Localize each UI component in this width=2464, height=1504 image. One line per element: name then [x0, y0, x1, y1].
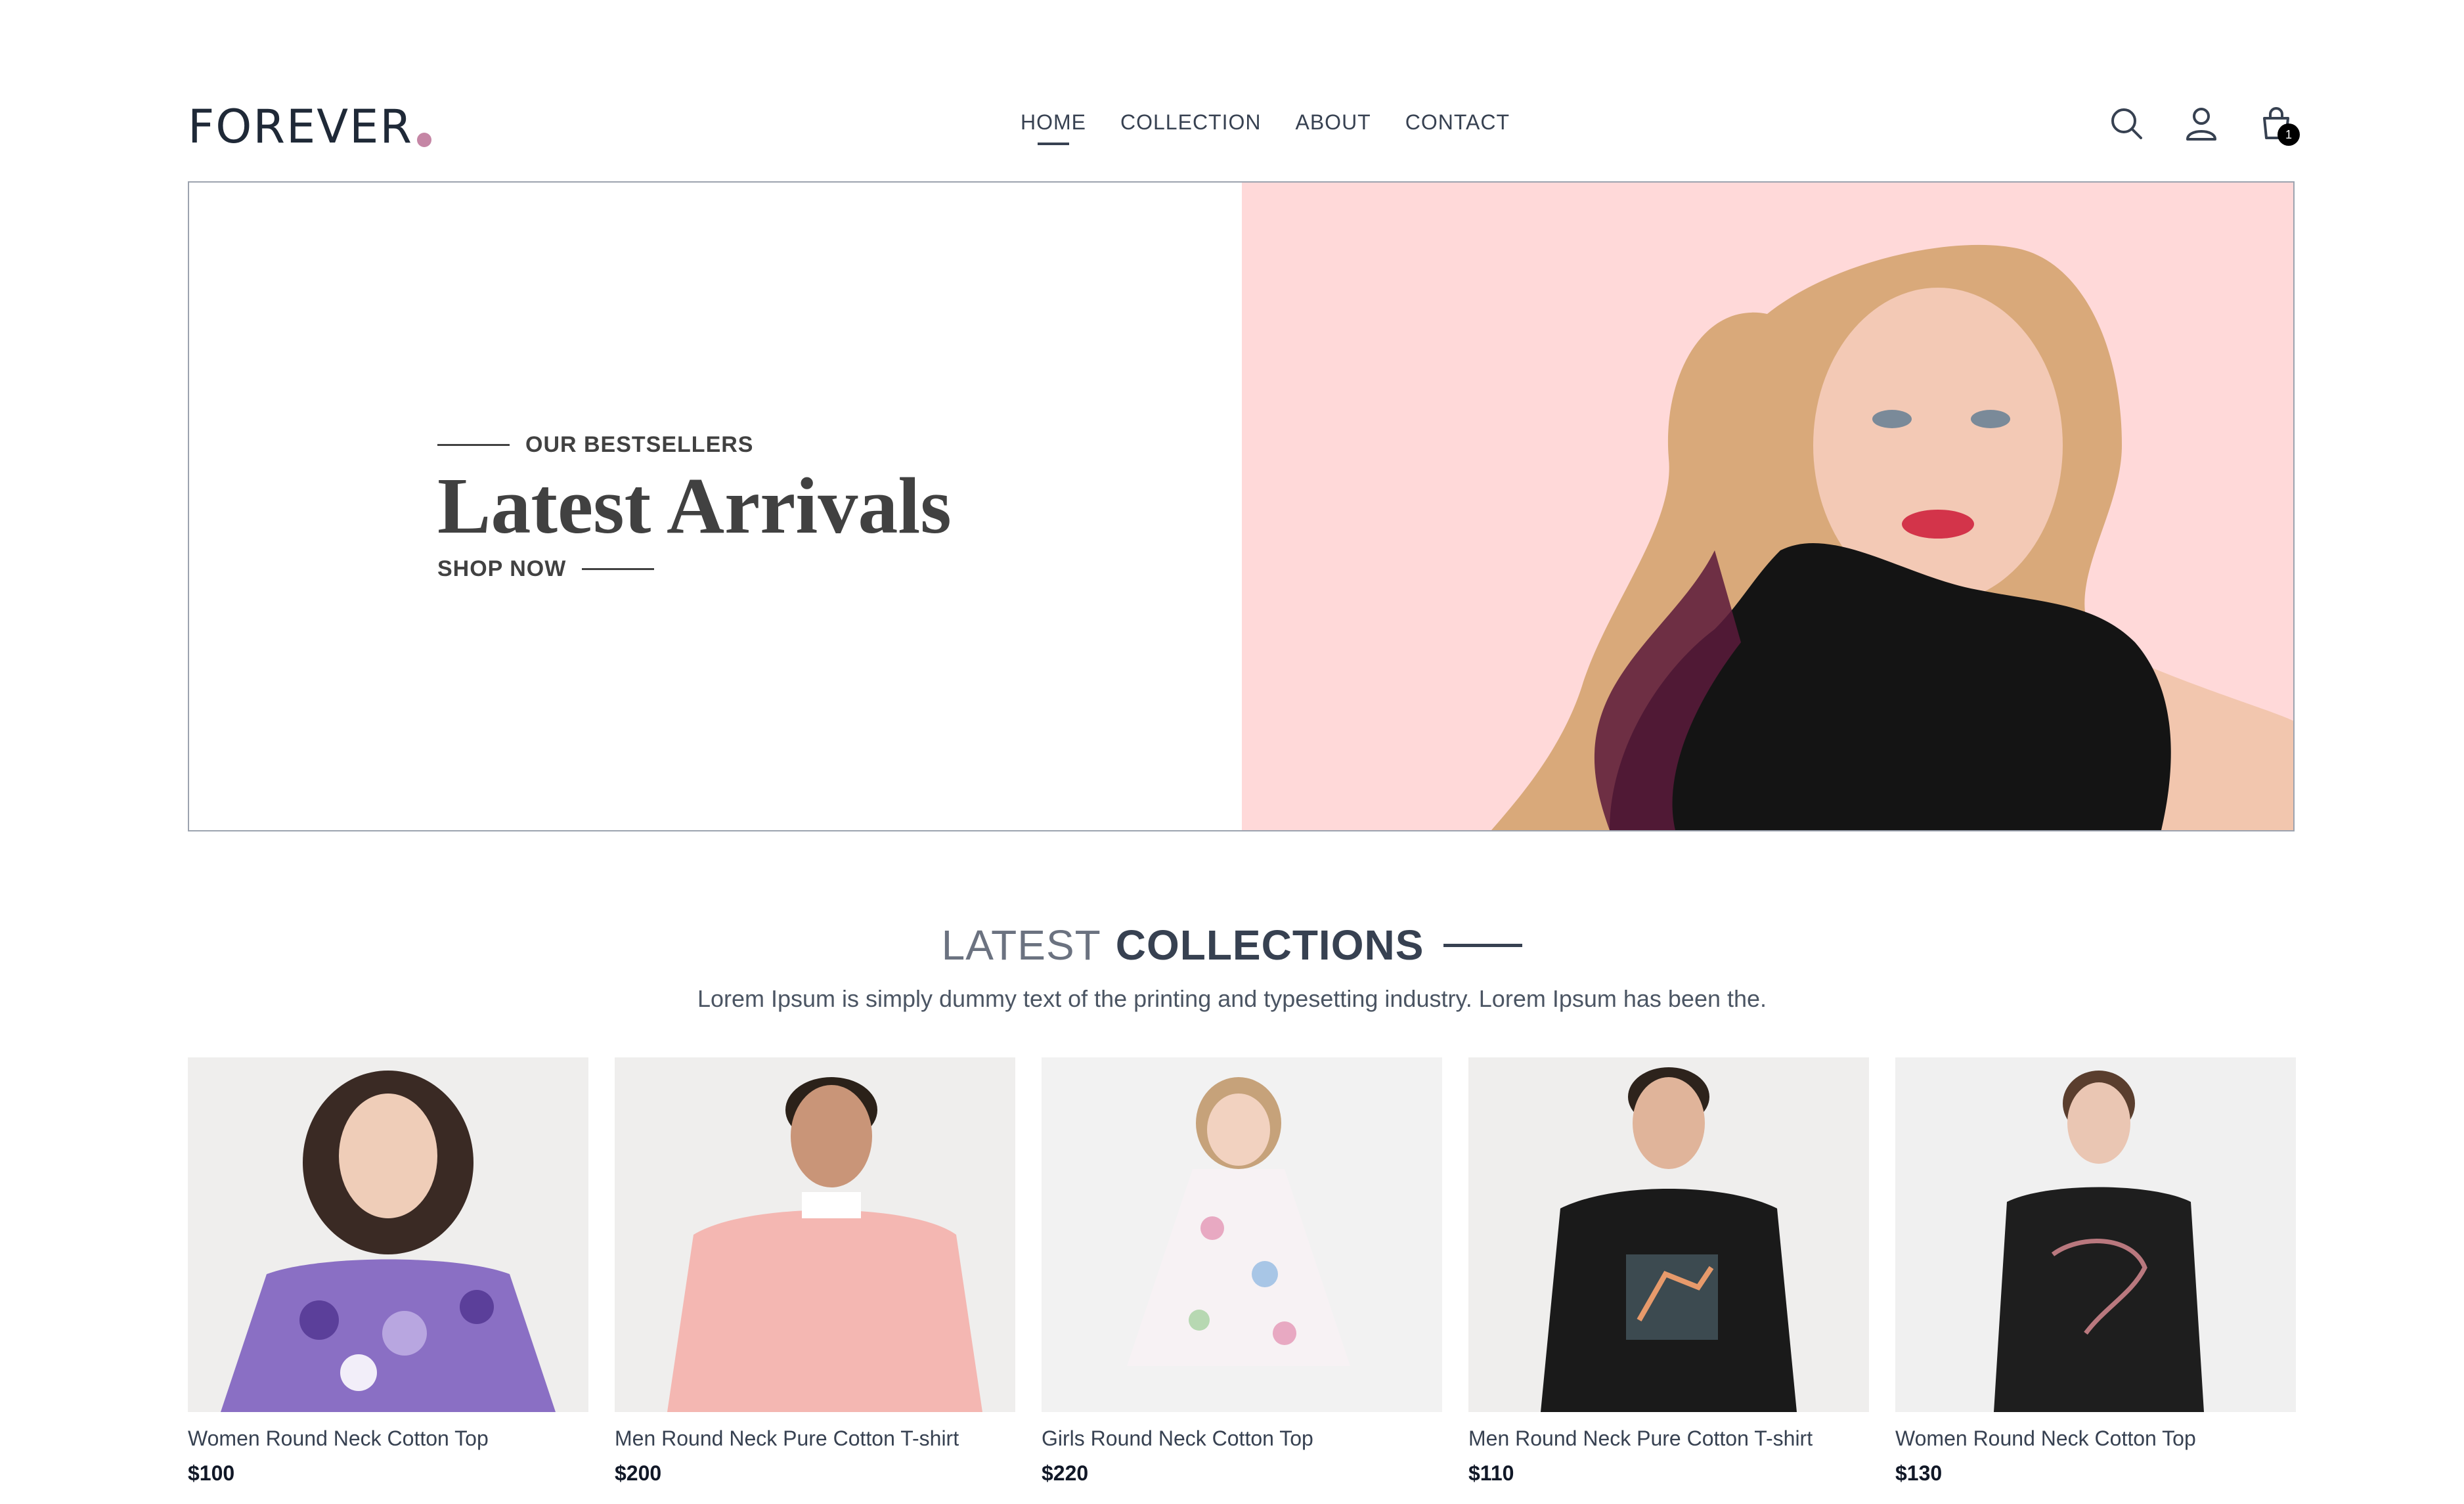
collections-title-light: LATEST [941, 921, 1101, 969]
nav-contact-label: CONTACT [1405, 110, 1510, 134]
collections-title-bold: COLLECTIONS [1115, 921, 1424, 969]
search-icon[interactable] [2108, 105, 2145, 142]
hero-eyebrow-text: OUR BESTSELLERS [525, 432, 754, 457]
nav-collection[interactable]: COLLECTION [1120, 110, 1261, 145]
main-nav: HOME COLLECTION ABOUT CONTACT [1021, 110, 1510, 145]
product-name: Men Round Neck Pure Cotton T-shirt [615, 1427, 959, 1450]
nav-contact[interactable]: CONTACT [1405, 110, 1510, 145]
product-name: Women Round Neck Cotton Top [188, 1427, 489, 1450]
hero-eyebrow: OUR BESTSELLERS [437, 432, 952, 458]
product-card[interactable]: Men Round Neck Pure Cotton T-shirt $110 [1468, 1057, 1869, 1486]
hero-image [1242, 183, 2293, 830]
product-price: $130 [1895, 1461, 1943, 1485]
product-price: $200 [615, 1461, 662, 1485]
logo-text: FOREVER [188, 100, 413, 154]
nav-icons: 1 [2108, 105, 2300, 146]
product-name: Men Round Neck Pure Cotton T-shirt [1468, 1427, 1813, 1450]
cart-count-badge: 1 [2277, 123, 2300, 146]
nav-about-label: ABOUT [1295, 110, 1371, 134]
collections-title: LATEST COLLECTIONS [0, 921, 2464, 969]
product-price: $100 [188, 1461, 235, 1485]
product-image [1042, 1057, 1442, 1412]
product-image [1895, 1057, 2296, 1412]
nav-active-indicator [1038, 143, 1069, 145]
product-price: $110 [1468, 1461, 1514, 1485]
collections-title-line [1443, 943, 1523, 947]
collections-subtitle: Lorem Ipsum is simply dummy text of the … [697, 985, 1767, 1012]
product-card[interactable]: Women Round Neck Cotton Top $130 [1895, 1057, 2296, 1486]
shop-now-button[interactable]: SHOP NOW [437, 556, 952, 582]
nav-collection-label: COLLECTION [1120, 110, 1262, 134]
product-card[interactable]: Women Round Neck Cotton Top $100 [188, 1057, 588, 1486]
product-grid: Women Round Neck Cotton Top $100 Men Rou… [188, 1057, 2296, 1486]
logo[interactable]: FOREVER [188, 104, 431, 150]
nav-home-label: HOME [1021, 110, 1086, 134]
logo-dot [416, 133, 431, 147]
eyebrow-line [437, 444, 510, 446]
product-image [1468, 1057, 1869, 1412]
navbar: FOREVER HOME COLLECTION ABOUT CONTACT 1 [188, 79, 2300, 181]
shop-now-line [582, 568, 655, 571]
product-card[interactable]: Men Round Neck Pure Cotton T-shirt $200 [615, 1057, 1015, 1486]
product-image [615, 1057, 1015, 1412]
product-image [188, 1057, 588, 1412]
hero-banner: OUR BESTSELLERS Latest Arrivals SHOP NOW [188, 181, 2295, 831]
hero-content: OUR BESTSELLERS Latest Arrivals SHOP NOW [437, 432, 952, 582]
hero-title: Latest Arrivals [437, 462, 952, 550]
hero-model-illustration [1491, 244, 2293, 830]
product-name: Girls Round Neck Cotton Top [1042, 1427, 1313, 1450]
shop-now-label: SHOP NOW [437, 556, 567, 582]
product-price: $220 [1042, 1461, 1089, 1485]
hero-text-panel: OUR BESTSELLERS Latest Arrivals SHOP NOW [189, 183, 1242, 830]
product-card[interactable]: Girls Round Neck Cotton Top $220 [1042, 1057, 1442, 1486]
profile-icon[interactable] [2183, 105, 2220, 142]
nav-home[interactable]: HOME [1021, 110, 1086, 145]
cart-icon[interactable]: 1 [2258, 105, 2300, 146]
product-name: Women Round Neck Cotton Top [1895, 1427, 2196, 1450]
nav-about[interactable]: ABOUT [1295, 110, 1371, 145]
